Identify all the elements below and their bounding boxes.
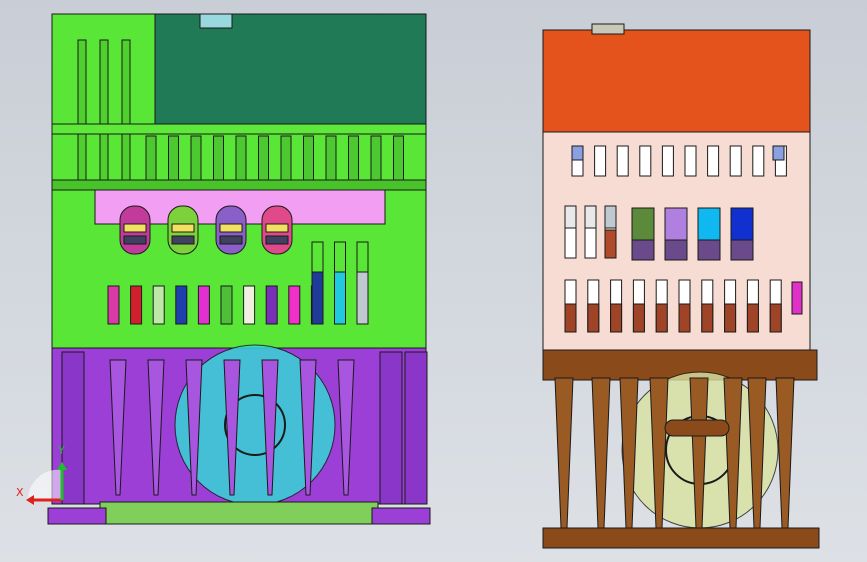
front-vent-slot [280,135,292,181]
front-base-plate [99,501,379,525]
side-module [631,207,655,241]
front-vent-slot [370,135,382,181]
side-slot-lower [655,303,668,333]
side-module [697,207,721,241]
side-slot-lower [587,303,600,333]
side-vent-slot [729,145,742,177]
front-tall-slot [334,271,346,325]
front-slot [197,285,210,325]
side-module-base [697,239,721,261]
front-slot [152,285,165,325]
front-connector-stripe [123,235,147,245]
front-tall-slot [356,271,369,325]
front-connector-stripe [123,223,147,233]
front-vent-slot [235,135,247,181]
side-vent-slot [639,145,652,177]
side-slot [604,229,617,259]
front-vent-slot [168,135,179,181]
front-connector-stripe [171,235,195,245]
front-slot [175,285,188,325]
front-vent-slot [303,135,314,181]
front-vent-slot [258,135,269,181]
front-cap-knob [199,13,233,29]
front-vent-slot [325,135,337,181]
front-mid-band [51,179,427,191]
side-vent-slot [661,145,674,177]
front-slot [288,285,301,325]
front-standoff [61,351,85,505]
front-standoff [404,351,428,505]
front-vent-slot [213,135,224,181]
side-slot-lower [746,303,759,333]
front-upper-rib [77,39,87,181]
front-foot-right [371,507,431,525]
front-connector-stripe [265,235,289,245]
front-upper-ribs [77,39,131,181]
side-vent-accent [571,145,584,161]
front-slot [130,285,143,325]
side-accent-slot [791,281,803,315]
front-slot [243,285,256,325]
front-vent-ledge [51,123,427,135]
front-connector-stripe [219,235,243,245]
x-axis-label: X [16,486,24,499]
front-vent-slot [348,135,359,181]
side-module [664,207,688,241]
front-slot [220,285,233,325]
front-foot-left [47,507,107,525]
side-vent-slot [616,145,629,177]
front-standoff [379,351,403,505]
front-upper-rib [121,39,131,181]
side-module-base [631,239,655,261]
side-vent-slot [684,145,697,177]
front-vent-slot [145,135,157,181]
side-slot-lower [632,303,645,333]
side-slot-lower [678,303,691,333]
side-vent-slot [707,145,720,177]
side-crossbar [664,419,730,437]
side-module-base [664,239,688,261]
side-top-cover [542,29,811,133]
front-vent-slot [190,135,202,181]
cad-viewport[interactable]: X Y [0,0,867,562]
front-connector-stripe [219,223,243,233]
side-vent-slot [594,145,607,177]
y-axis-label: Y [57,444,65,457]
side-base [542,527,820,549]
side-slot [564,205,577,229]
side-module-base [730,239,754,261]
front-vent-slot [393,135,404,181]
side-slot-lower [701,303,714,333]
front-connector-stripe [265,223,289,233]
front-upper-rib [99,39,109,181]
front-top-cover [154,13,427,125]
cad-scene: X Y [0,0,867,562]
side-vent-slot [752,145,765,177]
side-vent-accent [772,145,785,161]
front-slot [107,285,120,325]
side-slot [584,205,597,229]
side-cap-knob [591,23,625,35]
front-view-model[interactable] [47,13,431,525]
side-slot-lower [564,303,577,333]
front-tall-slots [311,241,369,325]
side-slot-lower [769,303,782,333]
front-connector-stripe [171,223,195,233]
side-slot [604,205,617,229]
side-slot-lower [724,303,737,333]
side-slot-lower [610,303,623,333]
front-tall-slot [311,271,324,325]
side-module [730,207,754,241]
front-slot [265,285,278,325]
